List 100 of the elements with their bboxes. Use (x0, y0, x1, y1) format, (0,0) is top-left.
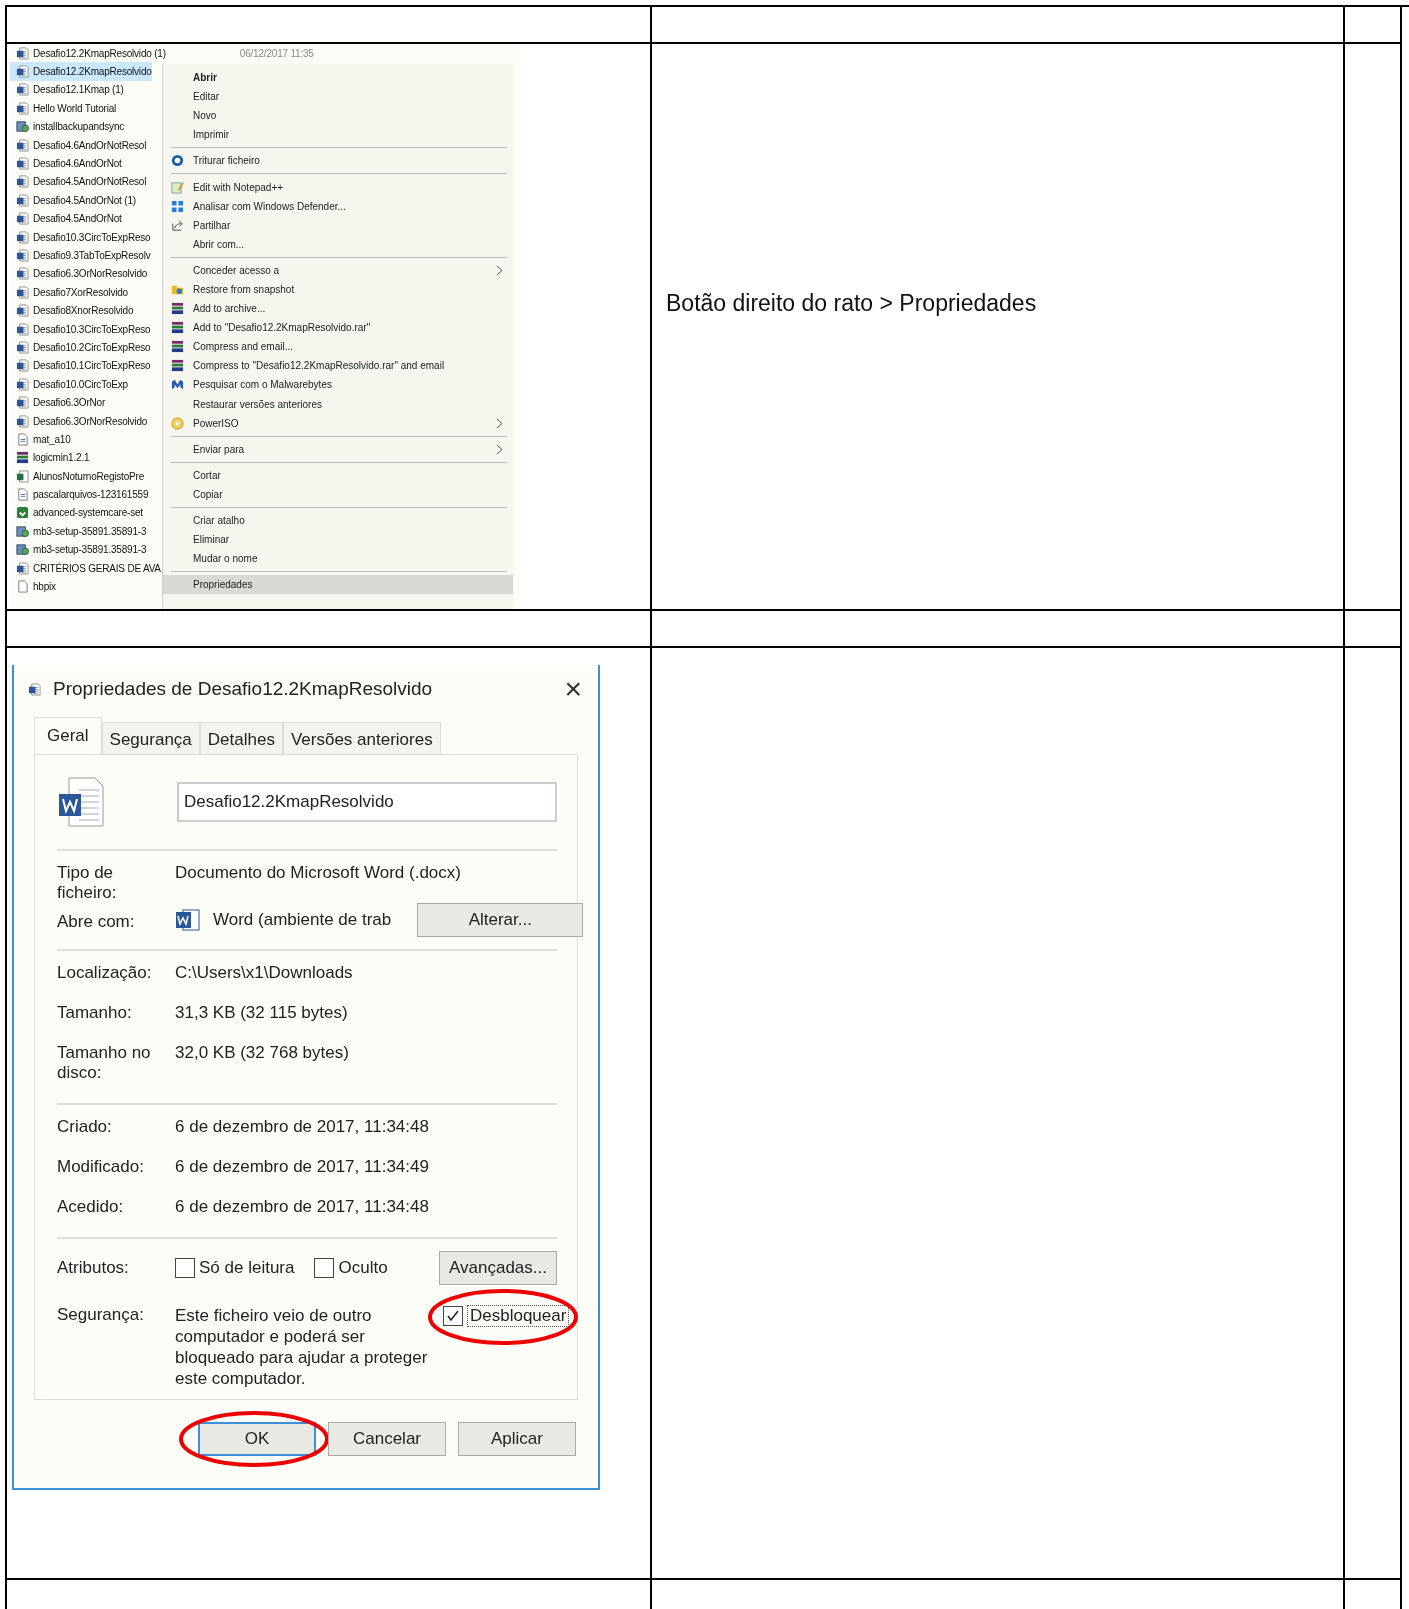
file-list-item[interactable]: Desafio12.1Kmap (1) (10, 80, 124, 100)
file-list-item[interactable]: Desafio6.3OrNorResolvido (10, 411, 148, 431)
archive-books-icon (171, 321, 184, 335)
word-document-icon (16, 304, 29, 318)
word-document-icon (16, 65, 29, 79)
field-label: Modificado: (57, 1157, 145, 1177)
tab[interactable]: Detalhes (199, 722, 283, 754)
share-icon (171, 218, 184, 232)
shredder-icon (171, 154, 184, 168)
change-button[interactable]: Alterar... (417, 903, 584, 937)
archive-books-icon (171, 359, 184, 373)
field-label: Acedido: (57, 1197, 125, 1217)
menu-item[interactable]: Imprimir (163, 125, 513, 145)
file-list-item[interactable]: Desafio4.5AndOrNotResol (10, 172, 147, 192)
disc-icon (171, 416, 184, 430)
file-list-item[interactable]: hbpix (10, 577, 56, 596)
menu-item[interactable]: Compress to "Desafio12.2KmapResolvido.rar" and email (163, 356, 513, 376)
file-list-item[interactable]: Desafio10.2CircToExpReso (10, 338, 151, 357)
dialog-button[interactable]: Cancelar (328, 1422, 446, 1456)
menu-item[interactable]: Restore from snapshot (163, 279, 513, 300)
menu-item[interactable]: Abrir (163, 68, 513, 88)
file-list-item[interactable]: Desafio7XorResolvido (10, 283, 128, 302)
close-button[interactable]: × (558, 672, 588, 706)
file-list-item[interactable]: Desafio4.5AndOrNot (10, 209, 122, 228)
shield-icon (171, 199, 184, 213)
file-list-item[interactable]: Desafio6.3OrNor (10, 393, 106, 412)
file-list-item[interactable]: pascalarquivos-123161559 (10, 485, 149, 504)
spreadsheet-icon (16, 469, 29, 483)
dialog-button[interactable]: OK (198, 1422, 316, 1456)
file-list-item[interactable]: Desafio10.1CircToExpReso (10, 356, 151, 376)
field-value: 31,3 KB (32 115 bytes) (175, 1003, 349, 1023)
menu-item[interactable]: Novo (163, 106, 513, 126)
menu-item[interactable]: Triturar ficheiro (163, 151, 513, 171)
table-cell (1345, 611, 1402, 648)
menu-item[interactable]: PowerISO (163, 413, 513, 433)
file-list-item[interactable]: Desafio6.3OrNorResolvido (10, 264, 148, 284)
word-document-icon (16, 340, 29, 354)
file-list-item[interactable]: Desafio4.5AndOrNot (1) (10, 191, 136, 210)
menu-item[interactable]: Restaurar versões anteriores (163, 394, 513, 414)
file-list-item[interactable]: Desafio9.3TabToExpResolv (10, 246, 151, 265)
file-list-item[interactable]: Desafio10.0CircToExp (10, 375, 128, 394)
field-value: 6 de dezembro de 2017, 11:34:49 (175, 1157, 430, 1177)
field-label: Tipo de ficheiro: (57, 863, 118, 903)
menu-item[interactable]: Analisar com Windows Defender... (163, 196, 513, 216)
file-list-item[interactable]: CRITÉRIOS GERAIS DE AVA (10, 558, 161, 578)
file-list-item[interactable]: mb3-setup-35891.35891-3 (10, 540, 147, 559)
menu-item[interactable]: Criar atalho (163, 510, 513, 531)
security-text: Este ficheiro veio de outro computador e poderá ser bloqueado para ajudar a proteger este computador. (175, 1305, 429, 1389)
menu-item[interactable]: Add to "Desafio12.2KmapResolvido.rar" (163, 318, 513, 338)
archive-books-icon (16, 451, 29, 465)
file-list-item[interactable]: Hello World Tutorial (10, 99, 117, 118)
file-list-item[interactable]: advanced-systemcare-set (10, 503, 143, 523)
menu-item[interactable]: Cortar (163, 465, 513, 485)
menu-item[interactable]: Partilhar (163, 215, 513, 235)
chevron-right-icon (496, 443, 503, 455)
menu-item[interactable]: Mudar o nome (163, 549, 513, 569)
checkbox[interactable]: Só de leitura (175, 1258, 295, 1278)
menu-item[interactable]: Abrir com... (163, 234, 513, 254)
file-list-item[interactable]: Desafio4.6AndOrNotResol (10, 135, 147, 155)
folder-icon (171, 283, 184, 296)
menu-item[interactable]: Propriedades (163, 575, 513, 595)
file-list-item[interactable]: Desafio4.6AndOrNot (10, 154, 122, 173)
menu-item[interactable]: Compress and email... (163, 337, 513, 357)
installer-icon (16, 524, 29, 538)
file-list-item[interactable]: installbackupandsync (10, 117, 125, 136)
menu-item[interactable]: Enviar para (163, 439, 513, 459)
document-icon (16, 432, 29, 446)
dialog-button[interactable]: Aplicar (458, 1422, 576, 1456)
field-label: Abre com: (57, 911, 136, 932)
file-list-item[interactable]: mb3-setup-35891.35891-3 (10, 522, 147, 541)
file-list-item[interactable]: Desafio12.2KmapResolvido (10, 62, 152, 81)
word-document-icon (28, 682, 41, 696)
file-list-item[interactable]: Desafio8XnorResolvido (10, 301, 134, 320)
word-document-icon (16, 101, 29, 115)
blank-file-icon (16, 580, 29, 593)
tab[interactable]: Segurança (101, 722, 200, 754)
menu-item[interactable]: Editar (163, 87, 513, 107)
file-list-item[interactable]: Desafio10.3CircToExpReso (10, 319, 151, 339)
file-list-item[interactable]: AlunosNoturnoRegistoPre (10, 467, 145, 486)
menu-item[interactable]: Pesquisar com o Malwarebytes (163, 375, 513, 395)
file-list-item[interactable]: Desafio12.2KmapResolvido (1) 06/12/2017 11:35 (10, 44, 314, 63)
tab[interactable]: Versões anteriores (282, 722, 441, 754)
word-document-icon (16, 377, 29, 391)
checkbox[interactable]: Oculto (314, 1258, 388, 1278)
word-document-icon (16, 212, 29, 226)
menu-item[interactable]: Copiar (163, 484, 513, 504)
field-value: C:\Users\x1\Downloads (175, 963, 354, 983)
menu-item[interactable]: Add to archive... (163, 299, 513, 319)
menu-item[interactable]: Eliminar (163, 530, 513, 550)
menu-item[interactable]: Edit with Notepad++ (163, 177, 513, 197)
advanced-button[interactable]: Avançadas... (439, 1251, 557, 1285)
word-document-icon (16, 193, 29, 207)
word-document-icon (16, 83, 29, 97)
word-document-icon (16, 157, 29, 171)
filename-field[interactable]: Desafio12.2KmapResolvido (177, 782, 557, 822)
file-list-item[interactable]: logicmin1.2.1 (10, 448, 90, 467)
menu-item[interactable]: Conceder acesso a (163, 260, 513, 280)
tab[interactable]: Geral (34, 717, 102, 754)
file-list-item[interactable]: mat_a10 (10, 430, 71, 449)
file-list-item[interactable]: Desafio10.3CircToExpReso (10, 227, 151, 247)
